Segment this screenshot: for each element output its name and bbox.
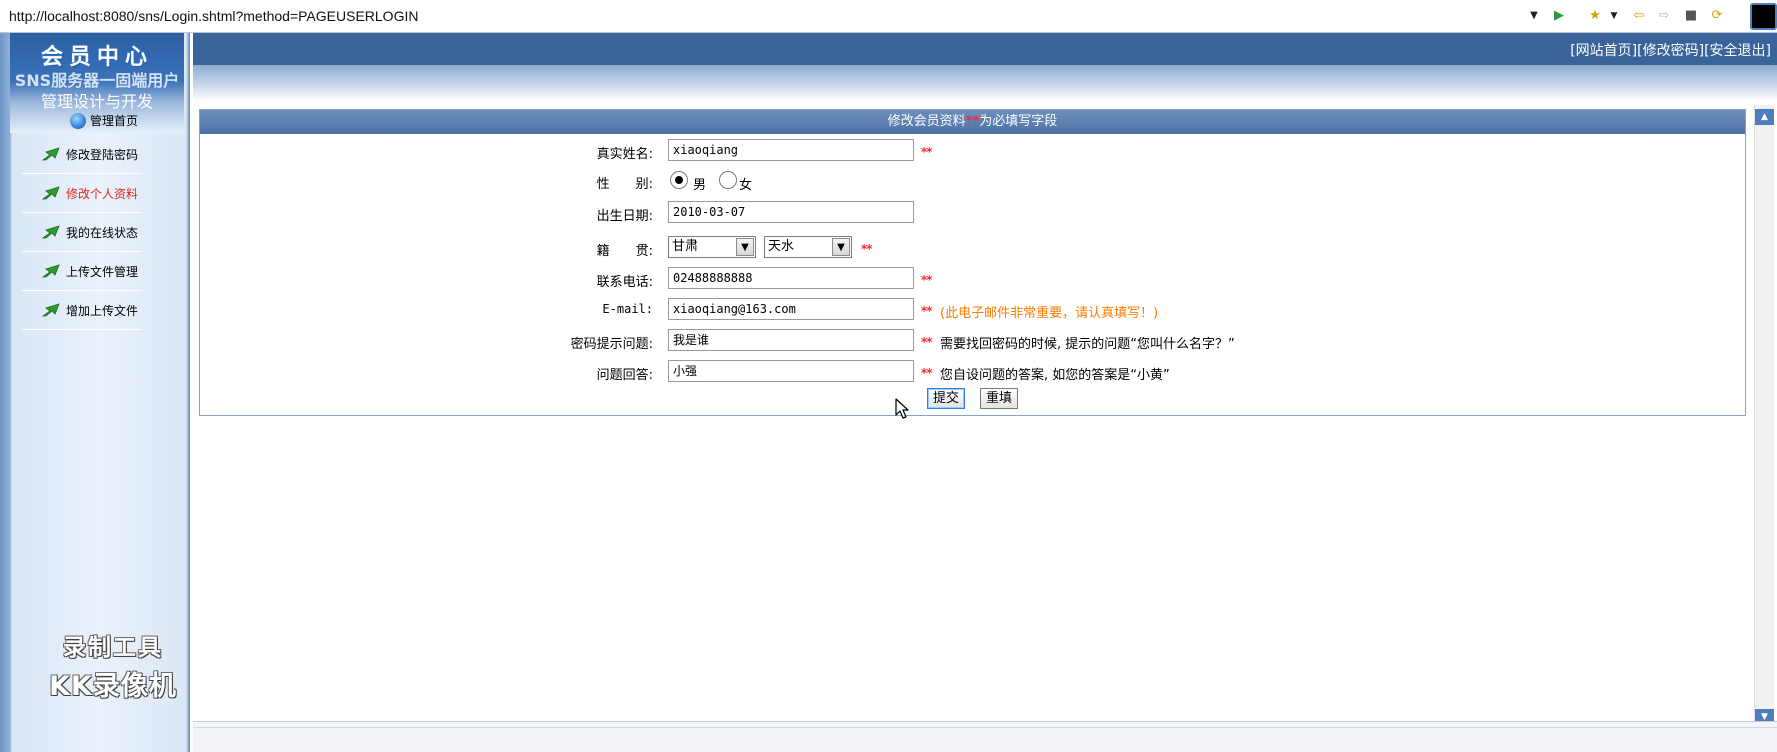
form-row-buttons: 提交 重填 [200, 388, 1745, 414]
sidebar-item-label: 修改个人资料 [66, 186, 139, 201]
email-hint: (此电子邮件非常重要，请认真填写！) [940, 306, 1159, 321]
dropdown-icon[interactable]: ▼ [1525, 7, 1543, 25]
watermark-line: KK录像机 [49, 671, 177, 702]
top-header: [网站首页][修改密码][安全退出] [193, 33, 1777, 65]
vertical-scrollbar[interactable]: ▲ ▼ [1754, 105, 1774, 725]
main-content: 修改会员资料**为必填写字段 真实姓名: xiaoqiang ** 性 别: 男… [193, 101, 1752, 721]
gender-male-label: 男 [693, 178, 707, 193]
mouse-cursor-icon [895, 398, 909, 419]
birthday-input[interactable]: 2010-03-07 [668, 201, 914, 223]
city-select[interactable]: 天水 ▼ [764, 236, 852, 258]
green-arrow-icon [42, 225, 60, 239]
reset-button[interactable]: 重填 [980, 388, 1019, 409]
required-mark: ** [921, 273, 933, 287]
birthday-label: 出生日期: [596, 209, 653, 224]
gender-label: 性 别: [596, 177, 653, 192]
refresh-icon[interactable]: ⟳ [1708, 7, 1726, 25]
url-field[interactable]: http://localhost:8080/sns/Login.shtml?me… [9, 8, 418, 24]
watermark-line: 录制工具 [63, 635, 163, 661]
answer-label: 问题回答: [596, 368, 653, 383]
form-header: 修改会员资料**为必填写字段 [200, 110, 1745, 134]
required-mark: ** [861, 242, 873, 256]
green-arrow-icon [42, 303, 60, 317]
sidebar-subtitle-2: 管理设计与开发 [40, 92, 153, 111]
address-bar: http://localhost:8080/sns/Login.shtml?me… [0, 0, 1777, 33]
gender-female-label: 女 [739, 178, 753, 193]
form-title: 修改会员资料 [887, 114, 966, 129]
form-row-email: E-mail: xiaoqiang@163.com ** (此电子邮件非常重要，… [200, 297, 1745, 323]
chevron-down-icon: ▼ [736, 238, 754, 256]
header-links: [网站首页][修改密码][安全退出] [1570, 40, 1771, 60]
page-root: http://localhost:8080/sns/Login.shtml?me… [0, 0, 1777, 752]
required-mark: ** [921, 335, 933, 349]
form-row-phone: 联系电话: 02488888888 ** [200, 266, 1745, 292]
toolbar-extra-button[interactable] [1750, 3, 1777, 30]
forward-icon[interactable]: ⇨ [1655, 7, 1673, 25]
phone-input[interactable]: 02488888888 [668, 267, 914, 289]
form-row-hometown: 籍 贯: 甘肃 ▼ 天水 ▼ ** [200, 235, 1745, 261]
back-icon[interactable]: ⇦ [1630, 7, 1648, 25]
sidebar-item-file-management[interactable]: 上传文件管理 [22, 252, 142, 291]
form-row-realname: 真实姓名: xiaoqiang ** [200, 138, 1745, 164]
header-gradient-band [193, 65, 1777, 101]
change-password-link[interactable]: [修改密码] [1637, 43, 1704, 59]
required-mark: ** [921, 145, 933, 159]
form-row-question: 密码提示问题: 我是谁 ** 需要找回密码的时候, 提示的问题“您叫什么名字？” [200, 328, 1745, 354]
sidebar-item-online-status[interactable]: 我的在线状态 [22, 213, 142, 252]
province-selected-value: 甘肃 [672, 239, 699, 254]
favorites-dropdown-icon[interactable]: ▼ [1605, 7, 1623, 25]
chevron-down-icon: ▼ [832, 238, 850, 256]
sidebar-menu: 修改登陆密码 修改个人资料 我的在线状态 上传文件管理 增加上传文件 [22, 135, 142, 330]
edit-profile-form: 修改会员资料**为必填写字段 真实姓名: xiaoqiang ** 性 别: 男… [199, 109, 1746, 416]
form-row-gender: 性 别: 男 女 [200, 168, 1745, 194]
phone-label: 联系电话: [596, 275, 653, 290]
sidebar-item-label: 我的在线状态 [66, 225, 139, 240]
globe-icon [70, 112, 86, 129]
required-mark: ** [965, 114, 980, 129]
form-row-birthday: 出生日期: 2010-03-07 [200, 200, 1745, 226]
realname-input[interactable]: xiaoqiang [668, 139, 914, 161]
sidebar-item-add-upload[interactable]: 增加上传文件 [22, 291, 142, 330]
submit-button[interactable]: 提交 [927, 388, 966, 409]
manage-home-label: 管理首页 [90, 114, 139, 128]
sidebar-item-edit-profile[interactable]: 修改个人资料 [22, 174, 142, 213]
realname-label: 真实姓名: [596, 147, 653, 162]
question-hint: 需要找回密码的时候, 提示的问题“您叫什么名字？” [940, 337, 1235, 352]
sidebar-item-label: 上传文件管理 [66, 264, 139, 279]
required-mark: ** [921, 366, 933, 380]
required-mark: ** [921, 304, 933, 318]
required-note: 为必填写字段 [979, 114, 1058, 129]
question-input[interactable]: 我是谁 [668, 329, 914, 351]
answer-hint: 您自设问题的答案, 如您的答案是“小黄” [940, 368, 1170, 383]
email-input[interactable]: xiaoqiang@163.com [668, 298, 914, 320]
divider [193, 727, 1777, 728]
answer-input[interactable]: 小强 [668, 360, 914, 382]
site-home-link[interactable]: [网站首页] [1570, 43, 1637, 59]
sidebar-header: 会员中心 SNS服务器一固端用户 管理设计与开发 管理首页 [10, 33, 184, 133]
manage-home-link[interactable]: 管理首页 [70, 112, 138, 129]
recorder-watermark: 录制工具 KK录像机 [38, 628, 188, 703]
question-label: 密码提示问题: [570, 337, 653, 352]
logout-link[interactable]: [安全退出] [1704, 43, 1771, 59]
sidebar-item-label: 修改登陆密码 [66, 147, 139, 162]
green-arrow-icon [42, 264, 60, 278]
sidebar-item-label: 增加上传文件 [66, 303, 139, 318]
email-label: E-mail: [602, 302, 653, 316]
status-bar [193, 721, 1777, 752]
hometown-label: 籍 贯: [596, 244, 653, 259]
favorites-icon[interactable]: ★ [1586, 7, 1604, 25]
form-row-answer: 问题回答: 小强 ** 您自设问题的答案, 如您的答案是“小黄” [200, 359, 1745, 385]
gender-radio-female[interactable] [719, 171, 737, 189]
green-arrow-icon [42, 186, 60, 200]
sidebar: 会员中心 SNS服务器一固端用户 管理设计与开发 管理首页 修改登陆密码 修改个… [0, 33, 190, 752]
scroll-up-icon[interactable]: ▲ [1755, 109, 1774, 125]
green-arrow-icon [42, 147, 60, 161]
stop-icon[interactable]: ■ [1682, 7, 1700, 25]
city-selected-value: 天水 [768, 239, 795, 254]
province-select[interactable]: 甘肃 ▼ [668, 236, 756, 258]
sidebar-item-change-password[interactable]: 修改登陆密码 [22, 135, 142, 174]
go-icon[interactable]: ▶ [1550, 7, 1568, 25]
gender-radio-male[interactable] [670, 171, 688, 189]
